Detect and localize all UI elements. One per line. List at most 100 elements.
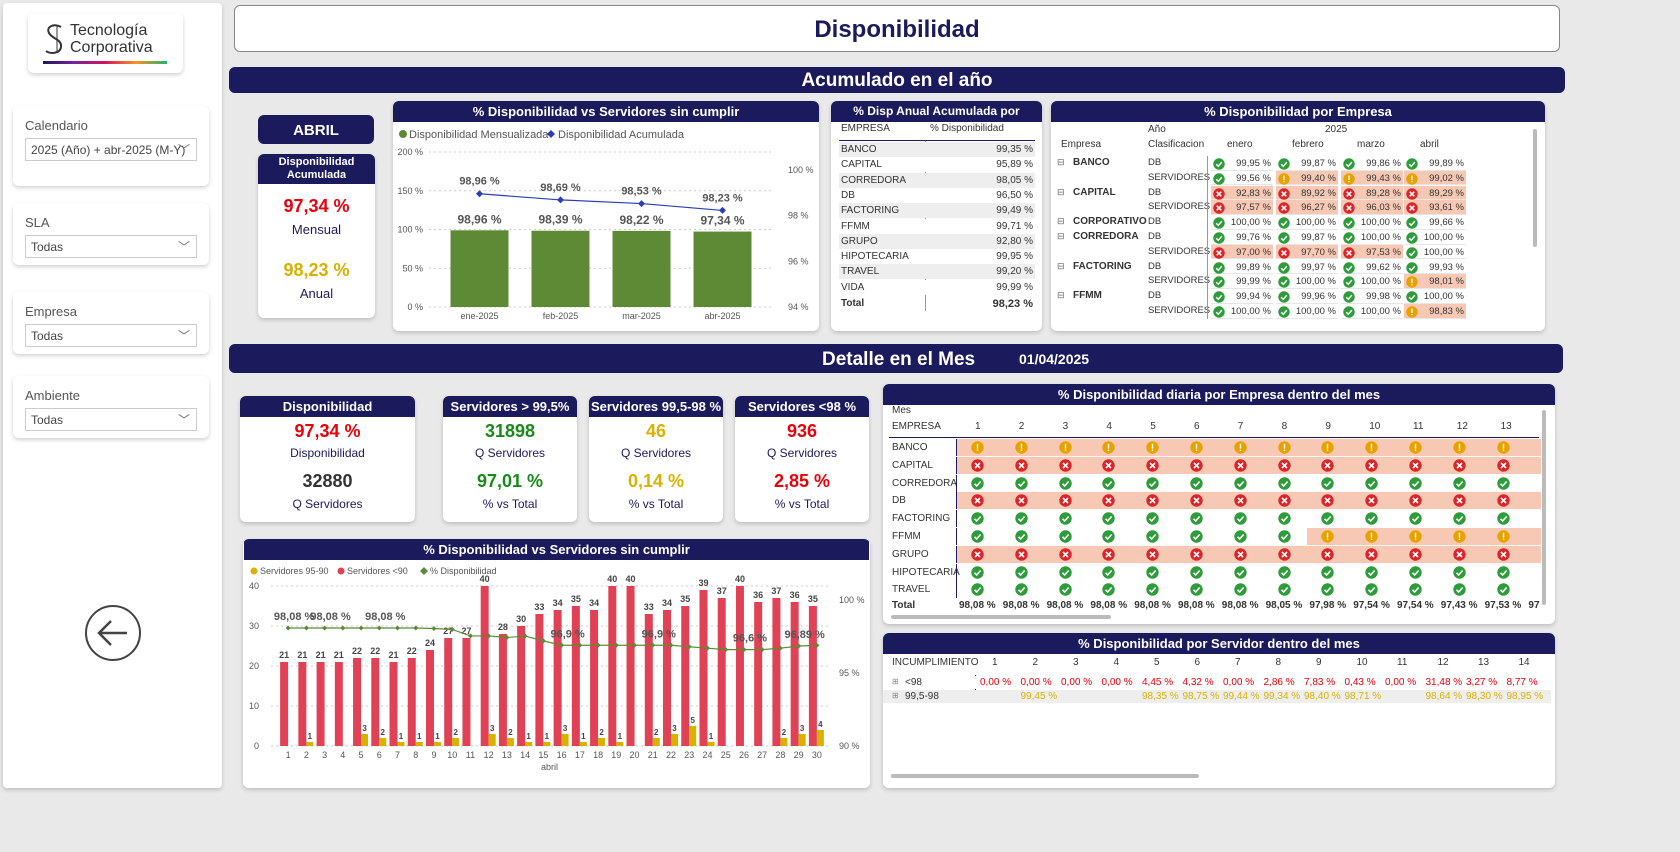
check-circle-icon — [1409, 565, 1422, 579]
line-data-label: 98,23 % — [702, 192, 743, 204]
annual-col-disp: % Disponibilidad — [930, 123, 1004, 134]
filter-dropdown[interactable]: Todas ﹀ — [25, 408, 197, 431]
matrix-cell: 100,00 % — [1276, 304, 1338, 319]
bar-data-label: 28 — [498, 622, 508, 632]
status-icon — [1453, 494, 1466, 512]
matrix-scrollbar[interactable] — [1533, 129, 1537, 247]
kpi-value-2: 0,14 % — [627, 471, 685, 491]
status-icon — [1146, 583, 1159, 601]
server-day-header: 11 — [1397, 657, 1408, 668]
matrix-cell-value: 92,83 % — [1236, 187, 1271, 199]
filter-dropdown[interactable]: Todas ﹀ — [25, 324, 197, 347]
bar — [488, 734, 496, 746]
filter-ambiente[interactable]: Ambiente Todas ﹀ — [13, 376, 209, 438]
server-day-header: 3 — [1073, 657, 1079, 668]
check-circle-icon — [1496, 565, 1510, 579]
chart-monthly-title: % Disponibilidad vs Servidores sin cumpl… — [393, 101, 819, 122]
y2-tick-label: 98 % — [788, 211, 809, 221]
warning-circle-icon — [1496, 530, 1510, 543]
check-circle-icon — [1213, 306, 1225, 318]
x-tick-label: 8 — [413, 750, 418, 760]
status-icon — [971, 459, 984, 477]
matrix-cell-value: 99,98 % — [1366, 291, 1401, 303]
filter-calendario[interactable]: Calendario 2025 (Año) + abr-2025 (M-Y) ﹀ — [13, 106, 209, 186]
status-icon — [1190, 512, 1203, 530]
check-circle-icon — [1365, 512, 1378, 525]
server-cell-value: 98,64 % — [1425, 691, 1463, 702]
y-tick-label: 40 — [249, 581, 259, 591]
filter-dropdown[interactable]: Todas ﹀ — [25, 235, 197, 258]
check-circle-icon — [1213, 232, 1225, 244]
chart-daily-svg: Servidores 95-90 Servidores <90% Disponib… — [249, 566, 865, 772]
line-data-label: 98,08 % — [274, 611, 315, 623]
bar — [772, 598, 781, 746]
annual-row-value: 95,89 % — [996, 159, 1033, 171]
status-icon — [971, 512, 984, 530]
x-tick-label: 24 — [702, 750, 712, 760]
logo-mark-icon — [45, 24, 63, 54]
filter-empresa[interactable]: Empresa Todas ﹀ — [13, 292, 209, 354]
page-title: Disponibilidad — [814, 16, 980, 43]
server-cell-value: 99,34 % — [1263, 691, 1301, 702]
matrix-cell-value: 100,00 % — [1360, 306, 1401, 317]
status-icon — [1453, 548, 1466, 566]
bar — [316, 662, 325, 746]
kpi-card: Servidores <98 % 936 Q Servidores 2,85 % % v… — [735, 396, 869, 522]
legend-label: Disponibilidad Mensualizada — [409, 129, 549, 141]
bar-data-label: 97,34 % — [700, 214, 744, 228]
matrix-row-empresa: CORPORATIVO — [1073, 216, 1147, 228]
bar-data-label: 4 — [818, 720, 823, 729]
x-tick-label: 12 — [484, 750, 494, 760]
status-icon — [1365, 459, 1378, 477]
filter-sla[interactable]: SLA Todas ﹀ — [13, 203, 209, 265]
line-point — [303, 625, 309, 631]
error-circle-icon — [1278, 187, 1290, 200]
back-arrow-icon[interactable] — [83, 603, 143, 663]
y-tick-label: 30 — [249, 621, 259, 631]
server-cell-value: 2,86 % — [1263, 677, 1295, 688]
daily-card: % Disponibilidad diaria por Empresa dent… — [883, 384, 1555, 624]
server-day-header: 6 — [1194, 657, 1201, 668]
bar — [681, 606, 690, 746]
bar — [571, 606, 580, 746]
daily-total-value: 98,08 % — [1002, 600, 1040, 611]
matrix-cell: 99,56 % — [1211, 170, 1273, 186]
server-scrollbar-h[interactable] — [891, 774, 1199, 778]
daily-total-value: 98,08 % — [1046, 600, 1084, 611]
check-circle-icon — [1343, 158, 1355, 170]
daily-title: % Disponibilidad diaria por Empresa dent… — [883, 384, 1555, 405]
filter-dropdown[interactable]: 2025 (Año) + abr-2025 (M-Y) ﹀ — [25, 138, 197, 161]
error-circle-icon — [1277, 494, 1291, 508]
line-point — [476, 190, 483, 198]
error-circle-icon — [1058, 459, 1072, 472]
check-circle-icon — [1406, 291, 1418, 303]
check-circle-icon — [1146, 565, 1159, 579]
accumulated-card: Disponibilidad Acumulada 97,34 % Mensual… — [258, 154, 375, 318]
matrix-row-empresa: FACTORING — [1073, 260, 1132, 272]
bar — [707, 742, 715, 746]
bar — [790, 602, 799, 746]
bar — [462, 638, 471, 746]
x-tick-label: mar-2025 — [622, 311, 661, 321]
daily-scrollbar-v[interactable] — [1542, 410, 1546, 605]
status-icon — [1453, 583, 1466, 601]
annual-row-value: 99,49 % — [996, 205, 1033, 217]
check-circle-icon — [1015, 530, 1028, 543]
matrix-cell: 99,93 % — [1404, 259, 1466, 275]
error-circle-icon — [1278, 247, 1290, 259]
status-icon — [1234, 565, 1247, 584]
matrix-cell: 100,00 % — [1404, 230, 1466, 245]
mensual-value: 97,34 % — [283, 196, 350, 216]
matrix-cell: 100,00 % — [1341, 215, 1403, 230]
bar — [480, 586, 489, 746]
annual-row-value: 98,05 % — [996, 174, 1033, 186]
bar-data-label: 33 — [644, 602, 654, 612]
x-tick-label: abr-2025 — [704, 311, 740, 321]
line-data-label: 98,53 % — [621, 186, 662, 198]
matrix-cell-value: 89,92 % — [1301, 187, 1336, 199]
check-circle-icon — [1277, 512, 1291, 525]
warning-circle-icon — [1406, 173, 1418, 185]
annual-row-value: 99,35 % — [996, 144, 1033, 155]
daily-scrollbar-h[interactable] — [891, 615, 1111, 619]
annual-row-empresa: VIDA — [841, 281, 865, 293]
